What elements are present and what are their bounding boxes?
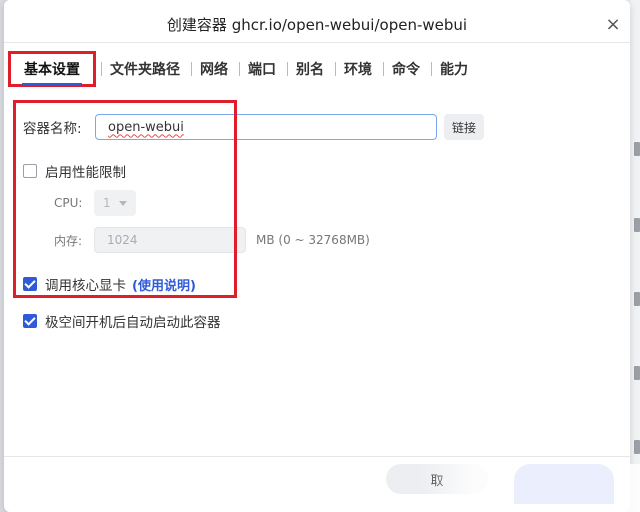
cpu-select[interactable]: 1 (94, 190, 136, 216)
tab-bar: 基本设置 文件夹路径 网络 端口 别名 环境 命令 能力 (8, 51, 476, 87)
perf-limit-label: 启用性能限制 (45, 165, 126, 181)
gpu-row: 调用核心显卡 (使用说明) (23, 274, 196, 294)
background-marker (634, 366, 640, 380)
container-name-value: open-webui (108, 119, 184, 135)
autostart-row: 极空间开机后自动启动此容器 (23, 311, 221, 331)
container-name-label: 容器名称: (23, 121, 82, 137)
background-app-right (630, 0, 640, 512)
autostart-label: 极空间开机后自动启动此容器 (45, 315, 221, 331)
dialog-title: 创建容器 ghcr.io/open-webui/open-webui (166, 16, 468, 34)
tab-basic-settings[interactable]: 基本设置 (8, 51, 96, 87)
tab-network[interactable]: 网络 (191, 59, 236, 79)
memory-value: 1024 (107, 233, 138, 247)
cancel-button[interactable]: 取 (386, 464, 488, 494)
memory-label: 内存: (54, 233, 83, 248)
memory-hint: MB (0 ~ 32768MB) (256, 233, 370, 247)
gpu-checkbox[interactable] (23, 277, 37, 291)
tab-folder-path[interactable]: 文件夹路径 (101, 59, 188, 79)
memory-input[interactable]: 1024 (94, 227, 246, 253)
create-container-dialog: 创建容器 ghcr.io/open-webui/open-webui × 基本设… (4, 0, 630, 512)
cancel-label: 取 (430, 473, 444, 489)
background-marker (634, 142, 640, 156)
gpu-help-link[interactable]: (使用说明) (132, 275, 196, 294)
cpu-row: CPU: 1 (54, 190, 136, 216)
link-button[interactable]: 链接 (444, 114, 484, 140)
gpu-label: 调用核心显卡 (45, 278, 126, 294)
background-marker (634, 292, 640, 306)
chevron-down-icon (119, 200, 127, 206)
container-name-row: 容器名称: open-webui 链接 (23, 114, 484, 140)
perf-limit-checkbox[interactable] (23, 164, 37, 178)
close-icon[interactable]: × (602, 14, 624, 36)
tab-capability[interactable]: 能力 (431, 59, 476, 79)
memory-row: 内存: 1024 MB (0 ~ 32768MB) (54, 227, 370, 253)
footer-divider (4, 456, 630, 457)
tab-environment[interactable]: 环境 (335, 59, 380, 79)
cpu-label: CPU: (54, 196, 83, 210)
tab-alias[interactable]: 别名 (287, 59, 332, 79)
header-divider (4, 42, 630, 43)
container-name-input[interactable]: open-webui (95, 114, 437, 140)
background-marker (634, 440, 640, 454)
background-marker (634, 218, 640, 232)
cpu-value: 1 (103, 196, 111, 210)
tab-command[interactable]: 命令 (383, 59, 428, 79)
confirm-button[interactable] (514, 464, 614, 504)
perf-limit-row: 启用性能限制 (23, 161, 126, 181)
tab-port[interactable]: 端口 (239, 59, 284, 79)
autostart-checkbox[interactable] (23, 314, 37, 328)
